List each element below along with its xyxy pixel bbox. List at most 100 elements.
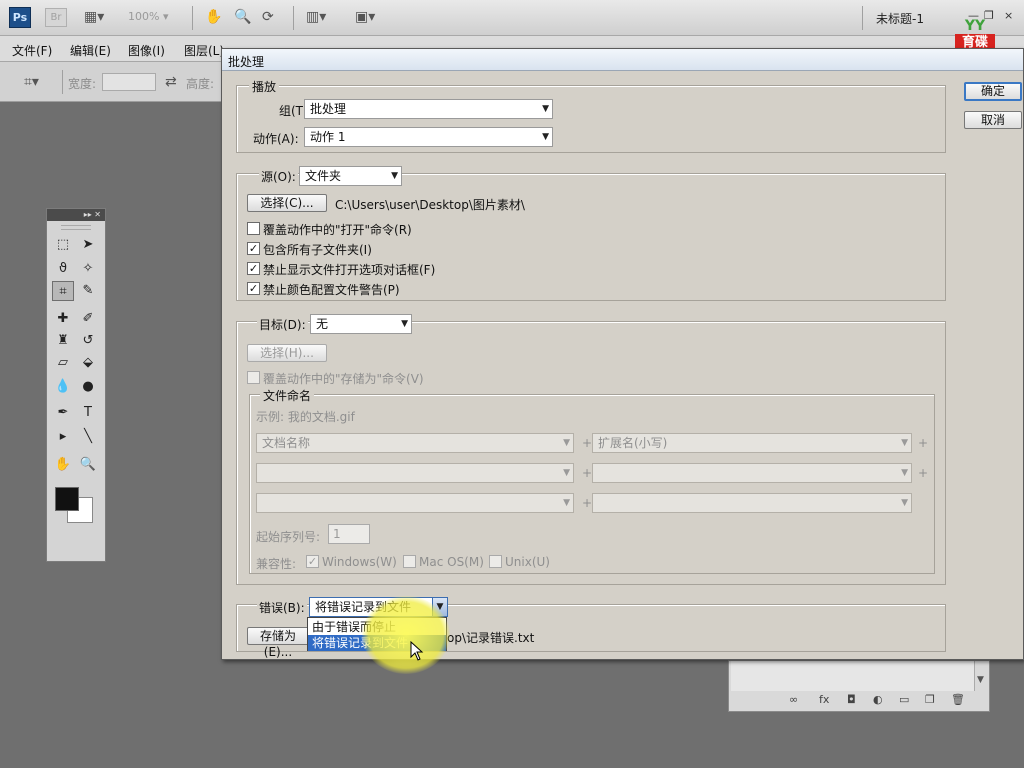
- group-folder-icon[interactable]: ▭: [899, 693, 909, 706]
- paint-bucket-icon[interactable]: ⬙: [77, 353, 99, 373]
- path-selection-icon[interactable]: ▸: [52, 427, 74, 447]
- rotate-view-icon[interactable]: ⟳: [262, 9, 274, 25]
- crop-tool-icon[interactable]: ⌗▾: [24, 74, 39, 90]
- zoom-tool-icon[interactable]: 🔍: [77, 455, 99, 475]
- naming-field-2[interactable]: 扩展名(小写) ▼: [592, 433, 912, 453]
- close-icon[interactable]: ×: [1004, 9, 1013, 22]
- choose-source-button[interactable]: 选择(C)...: [247, 194, 327, 212]
- zoom-level[interactable]: 100% ▾: [128, 10, 182, 26]
- chevron-down-icon: ▼: [391, 171, 398, 181]
- layer-mask-icon[interactable]: ◘: [847, 693, 856, 706]
- separator: [293, 6, 294, 30]
- brush-tool-icon[interactable]: ✐: [77, 309, 99, 329]
- marquee-tool-icon[interactable]: ⬚: [52, 235, 74, 255]
- chevron-down-icon: ▼: [901, 438, 908, 448]
- override-save-as-label[interactable]: 覆盖动作中的"存储为"命令(V): [263, 370, 424, 387]
- menu-image[interactable]: 图像(I): [128, 42, 165, 59]
- trash-icon[interactable]: 🗑: [951, 693, 965, 706]
- scroll-down-icon[interactable]: ▼: [977, 675, 984, 685]
- foreground-color-swatch[interactable]: [55, 487, 79, 511]
- pen-tool-icon[interactable]: ✒: [52, 403, 74, 423]
- hand-tool-icon[interactable]: ✋: [52, 455, 74, 475]
- plus-sign: +: [582, 436, 593, 450]
- photoshop-logo[interactable]: Ps: [9, 7, 31, 28]
- suppress-open-options-label[interactable]: 禁止显示文件打开选项对话框(F): [263, 261, 435, 278]
- plus-sign: +: [582, 496, 593, 510]
- windows-checkbox[interactable]: ✓: [306, 555, 319, 568]
- source-select[interactable]: 文件夹 ▼: [299, 166, 402, 186]
- menu-edit[interactable]: 编辑(E): [70, 42, 111, 59]
- chevron-down-icon: ▼: [901, 498, 908, 508]
- option-stop-on-errors[interactable]: 由于错误而停止: [308, 619, 446, 635]
- dodge-tool-icon[interactable]: ●: [77, 377, 99, 397]
- arrange-documents-icon[interactable]: ▥▾: [306, 9, 326, 25]
- zoom-tool-icon[interactable]: 🔍: [234, 9, 251, 25]
- tools-grip[interactable]: [61, 225, 91, 230]
- magic-wand-icon[interactable]: ✧: [77, 259, 99, 279]
- adjustment-layer-icon[interactable]: ◐: [873, 693, 883, 706]
- override-open-label[interactable]: 覆盖动作中的"打开"命令(R): [263, 221, 412, 238]
- macos-checkbox[interactable]: [403, 555, 416, 568]
- override-save-as-checkbox[interactable]: [247, 371, 260, 384]
- healing-brush-icon[interactable]: ✚: [52, 309, 74, 329]
- clone-stamp-icon[interactable]: ♜: [52, 331, 74, 351]
- link-layers-icon[interactable]: ∞: [789, 693, 798, 706]
- tools-panel-header[interactable]: ▸▸ ✕: [47, 209, 105, 221]
- crop-tool-icon[interactable]: ⌗: [52, 281, 74, 301]
- swap-icon[interactable]: ⇄: [165, 74, 177, 90]
- chevron-down-icon: ▼: [563, 468, 570, 478]
- history-brush-icon[interactable]: ↺: [77, 331, 99, 351]
- line-tool-icon[interactable]: ╲: [77, 427, 99, 447]
- errors-label: 错误(B):: [257, 599, 307, 616]
- option-log-errors[interactable]: 将错误记录到文件: [308, 635, 446, 651]
- eyedropper-icon[interactable]: ✎: [77, 281, 99, 301]
- unix-checkbox[interactable]: [489, 555, 502, 568]
- action-select[interactable]: 动作 1 ▼: [304, 127, 553, 147]
- destination-select[interactable]: 无 ▼: [310, 314, 412, 334]
- view-extras-icon[interactable]: ▦▾: [84, 9, 104, 25]
- move-tool-icon[interactable]: ➤: [77, 235, 99, 255]
- layer-style-icon[interactable]: fx: [819, 693, 829, 706]
- separator: [62, 70, 63, 94]
- width-field[interactable]: [102, 73, 156, 91]
- layers-list[interactable]: [731, 661, 975, 691]
- save-as-button[interactable]: 存储为(E)...: [247, 627, 309, 659]
- eraser-tool-icon[interactable]: ▱: [52, 353, 74, 373]
- naming-field-5[interactable]: ▼: [256, 493, 574, 513]
- error-log-path: op\记录错误.txt: [447, 631, 535, 645]
- document-title[interactable]: 未标题-1: [876, 10, 924, 27]
- naming-field-3[interactable]: ▼: [256, 463, 574, 483]
- type-tool-icon[interactable]: T: [77, 403, 99, 423]
- dialog-title-bar[interactable]: 批处理: [222, 49, 1023, 71]
- unix-label[interactable]: Unix(U): [505, 555, 550, 569]
- separator: [192, 6, 193, 30]
- naming-field-6[interactable]: ▼: [592, 493, 912, 513]
- choose-destination-button[interactable]: 选择(H)...: [247, 344, 327, 362]
- suppress-color-warnings-checkbox[interactable]: ✓: [247, 282, 260, 295]
- width-label: 宽度:: [68, 77, 97, 91]
- blur-tool-icon[interactable]: 💧: [52, 377, 74, 397]
- suppress-open-options-checkbox[interactable]: ✓: [247, 262, 260, 275]
- macos-label[interactable]: Mac OS(M): [419, 555, 484, 569]
- include-subfolders-label[interactable]: 包含所有子文件夹(I): [263, 241, 372, 258]
- menu-layer[interactable]: 图层(L): [184, 42, 224, 59]
- bridge-logo[interactable]: Br: [45, 8, 67, 27]
- menu-file[interactable]: 文件(F): [12, 42, 52, 59]
- override-open-checkbox[interactable]: [247, 222, 260, 235]
- group-select[interactable]: 批处理 ▼: [304, 99, 553, 119]
- new-layer-icon[interactable]: ❐: [925, 693, 935, 706]
- naming-field-4[interactable]: ▼: [592, 463, 912, 483]
- play-group: 播放 组(T): 批处理 ▼ 动作(A): 动作 1 ▼: [236, 78, 946, 153]
- windows-label[interactable]: Windows(W): [322, 555, 397, 569]
- hand-tool-icon[interactable]: ✋: [205, 9, 222, 25]
- separator: [862, 6, 863, 30]
- lasso-tool-icon[interactable]: ϑ: [52, 259, 74, 279]
- suppress-color-warnings-label[interactable]: 禁止颜色配置文件警告(P): [263, 281, 400, 298]
- screen-mode-icon[interactable]: ▣▾: [355, 9, 375, 25]
- serial-input[interactable]: 1: [328, 524, 370, 544]
- cancel-button[interactable]: 取消: [964, 111, 1022, 129]
- include-subfolders-checkbox[interactable]: ✓: [247, 242, 260, 255]
- naming-field-1[interactable]: 文档名称 ▼: [256, 433, 574, 453]
- ok-button[interactable]: 确定: [964, 82, 1022, 101]
- errors-select[interactable]: 将错误记录到文件 ▼: [309, 597, 448, 617]
